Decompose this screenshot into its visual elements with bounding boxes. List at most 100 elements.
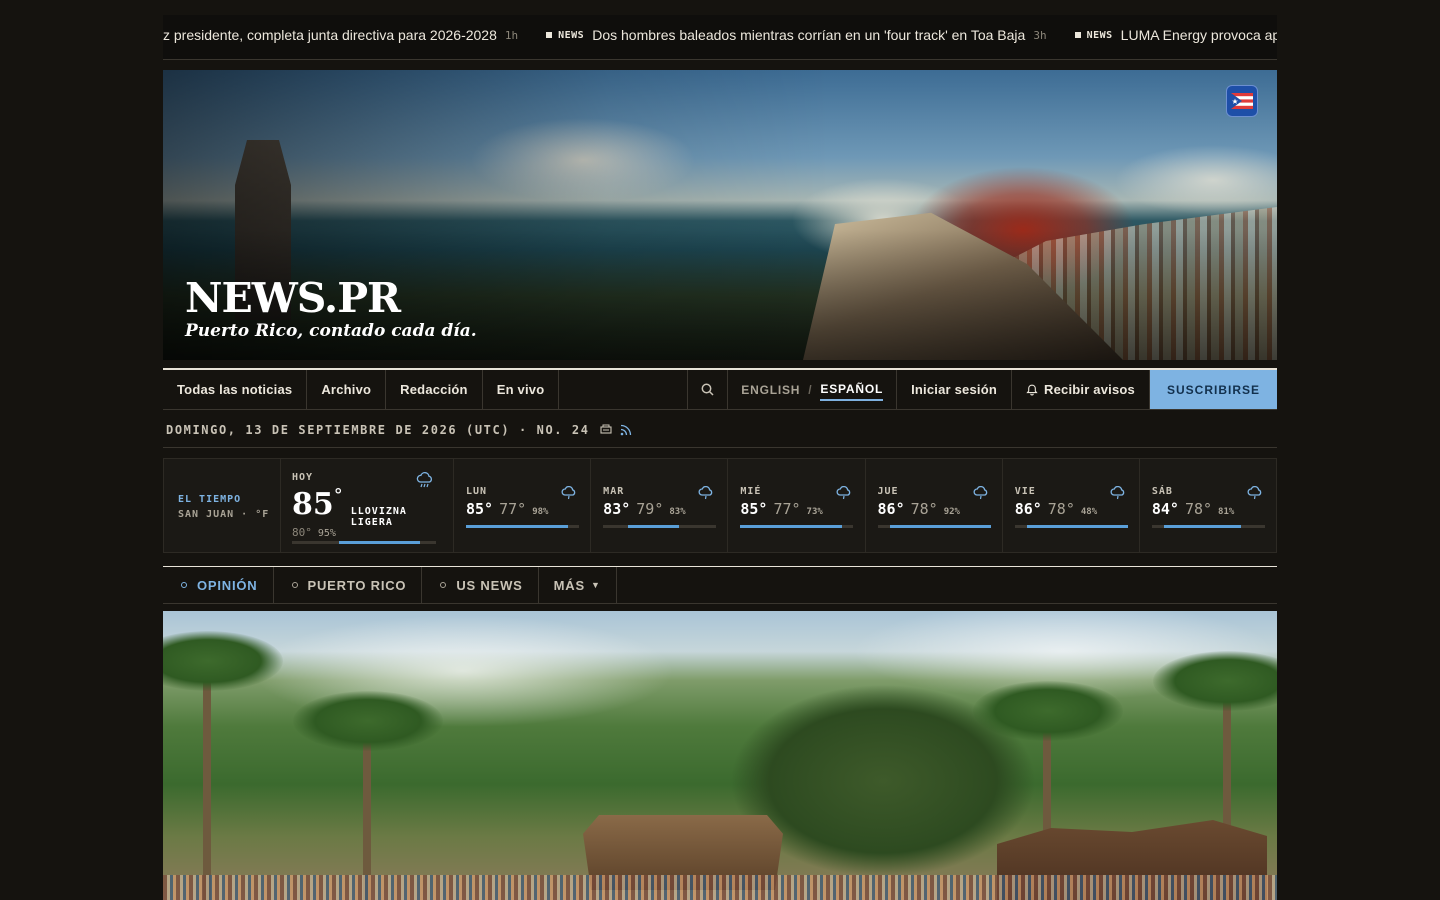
circle-bullet-icon	[440, 582, 447, 588]
forecast-low: 78°	[1184, 500, 1213, 518]
forecast-precip: 81%	[1218, 507, 1235, 517]
ticker-headline[interactable]: z presidente, completa junta directiva p…	[163, 27, 497, 43]
ticker-item[interactable]: z presidente, completa junta directiva p…	[163, 27, 518, 43]
ticker-age: 3h	[1033, 28, 1047, 42]
news-ticker: z presidente, completa junta directiva p…	[163, 15, 1277, 60]
forecast-high: 83°	[603, 500, 631, 518]
nav-newsroom[interactable]: Redacción	[386, 370, 483, 409]
today-precip: 95%	[317, 528, 336, 539]
forecast-precip: 92%	[943, 507, 960, 517]
forecast-low: 77°	[499, 500, 527, 518]
crowd	[163, 875, 1277, 900]
forecast-day[interactable]: MIÉ 85° 77° 73%	[728, 459, 866, 552]
ticker-item[interactable]: NEWS Dos hombres baleados mientras corrí…	[546, 27, 1047, 43]
lang-english[interactable]: ENGLISH	[741, 383, 800, 397]
ticker-tag: NEWS	[1086, 29, 1113, 41]
forecast-low: 79°	[636, 500, 664, 518]
lang-spanish[interactable]: ESPAÑOL	[820, 382, 884, 401]
chevron-down-icon: ▼	[590, 580, 601, 590]
tab-more[interactable]: MÁS ▼	[539, 567, 617, 603]
precip-bar-fill	[889, 525, 991, 528]
precip-bar-fill	[740, 525, 843, 528]
search-icon[interactable]	[688, 370, 729, 409]
drizzle-icon	[836, 485, 852, 505]
forecast-day[interactable]: SÁB 84° 78° 81%	[1140, 459, 1276, 552]
precip-bar-fill	[339, 541, 420, 544]
forecast-day[interactable]: MAR 83° 79° 83%	[591, 459, 729, 552]
alerts-label: Recibir avisos	[1044, 382, 1135, 397]
site-logo[interactable]: NEWS.PR	[185, 274, 401, 322]
forecast-low: 78°	[1047, 500, 1075, 518]
precip-bar	[740, 525, 854, 528]
precip-bar	[1151, 525, 1265, 528]
forecast-day[interactable]: JUE 86° 78° 92%	[866, 459, 1003, 552]
ticker-headline[interactable]: LUMA Energy provoca apagones e	[1121, 27, 1277, 43]
tab-label: PUERTO RICO	[307, 577, 407, 593]
forecast-day[interactable]: LUN 85° 77° 98%	[454, 459, 592, 552]
tab-label: OPINIÓN	[197, 577, 258, 593]
main-nav: Todas las noticias Archivo Redacción En …	[163, 368, 1277, 410]
today-temp: 85	[292, 487, 334, 522]
hero-banner: NEWS.PR Puerto Rico, contado cada día.	[163, 70, 1277, 360]
weather-location: SAN JUAN · °F	[178, 509, 270, 520]
today-low: 80°	[292, 526, 312, 539]
alerts-button[interactable]: Recibir avisos	[1012, 370, 1150, 409]
precip-bar-fill	[1163, 525, 1241, 528]
precip-bar	[877, 525, 991, 528]
print-edition-icon[interactable]	[600, 424, 612, 436]
precip-bar	[292, 541, 436, 544]
forecast-precip: 83%	[669, 507, 686, 517]
forecast-high: 86°	[1014, 500, 1042, 518]
weather-label: EL TIEMPO SAN JUAN · °F	[164, 459, 281, 552]
rss-icon[interactable]	[620, 424, 632, 436]
date-text: DOMINGO, 13 DE SEPTIEMBRE DE 2026 (UTC) …	[166, 422, 590, 437]
tab-label: US NEWS	[456, 577, 523, 593]
bell-icon	[1026, 384, 1038, 395]
nav-all-news[interactable]: Todas las noticias	[163, 370, 308, 409]
forecast-low: 78°	[910, 500, 938, 518]
drizzle-icon	[561, 485, 577, 505]
palm-trunk	[203, 670, 211, 900]
dateline: DOMINGO, 13 DE SEPTIEMBRE DE 2026 (UTC) …	[163, 412, 1277, 448]
forecast-high: 85°	[466, 500, 494, 518]
forecast-low: 77°	[773, 500, 801, 518]
precip-bar	[466, 525, 579, 528]
language-switcher: ENGLISH / ESPAÑOL	[728, 370, 898, 409]
forecast-day[interactable]: VIE 86° 78° 48%	[1003, 459, 1140, 552]
nav-archive[interactable]: Archivo	[307, 370, 387, 409]
ticker-item[interactable]: NEWS LUMA Energy provoca apagones e	[1074, 27, 1277, 43]
subscribe-button[interactable]: SUSCRIBIRSE	[1149, 370, 1277, 409]
precip-bar-fill	[466, 525, 568, 528]
forecast-high: 84°	[1151, 500, 1179, 518]
feature-image[interactable]	[163, 611, 1277, 900]
square-bullet-icon	[1074, 32, 1081, 38]
forecast-high: 85°	[740, 500, 768, 518]
forecast-precip: 73%	[806, 507, 823, 517]
forecast-precip: 98%	[532, 507, 549, 517]
forecast-high: 86°	[877, 500, 905, 518]
nav-live[interactable]: En vivo	[483, 370, 560, 409]
login-link[interactable]: Iniciar sesión	[897, 370, 1013, 409]
drizzle-icon	[1247, 485, 1263, 505]
palm-crown	[293, 691, 443, 751]
section-tabs: OPINIÓN PUERTO RICO US NEWS MÁS ▼	[163, 566, 1277, 604]
rain-cloud-icon	[416, 472, 434, 493]
palm-crown	[163, 631, 283, 691]
weather-today[interactable]: HOY 85 ° LLOVIZNA LIGERA 80° 95%	[281, 459, 454, 552]
tab-opinion[interactable]: OPINIÓN	[163, 567, 274, 603]
ticker-age: 1h	[504, 28, 519, 42]
drizzle-icon	[1110, 485, 1126, 505]
ticker-track: z presidente, completa junta directiva p…	[163, 27, 1277, 43]
tab-us-news[interactable]: US NEWS	[422, 567, 539, 603]
today-degree: °	[333, 485, 343, 506]
pr-flag-icon[interactable]	[1226, 85, 1258, 117]
tab-puerto-rico[interactable]: PUERTO RICO	[274, 567, 423, 603]
forecast-precip: 48%	[1080, 507, 1098, 517]
weather-widget: EL TIEMPO SAN JUAN · °F HOY 85 ° LLOVIZN…	[163, 458, 1277, 553]
square-bullet-icon	[546, 32, 553, 38]
precip-bar-fill	[1026, 525, 1128, 528]
ticker-tag: NEWS	[558, 29, 585, 41]
ticker-headline[interactable]: Dos hombres baleados mientras corrían en…	[592, 27, 1025, 43]
palm-crown	[973, 681, 1123, 741]
today-condition: LLOVIZNA LIGERA	[350, 506, 407, 528]
